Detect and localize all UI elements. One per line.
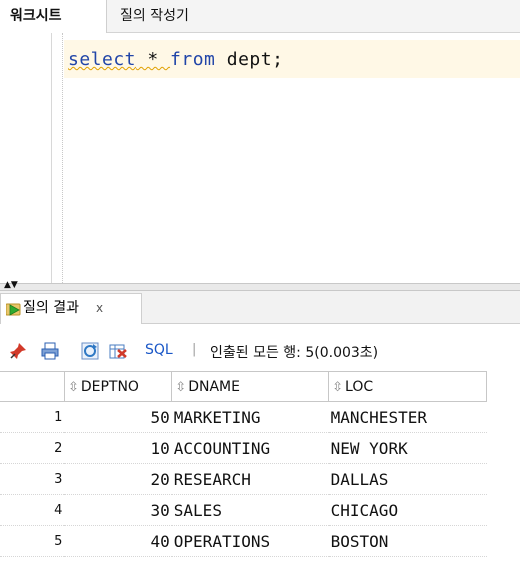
cell-deptno[interactable]: 20 xyxy=(64,463,172,495)
row-number: 2 xyxy=(0,432,65,464)
column-header-loc[interactable]: ⇳ LOC xyxy=(328,371,487,402)
tab-query-result[interactable]: 질의 결과 x xyxy=(0,293,142,324)
cell-deptno[interactable]: 30 xyxy=(64,494,172,526)
table-row[interactable]: 5 40 OPERATIONS BOSTON xyxy=(0,525,487,557)
sort-icon: ⇳ xyxy=(175,379,187,395)
sql-table-name: dept; xyxy=(215,49,284,70)
cell-dname[interactable]: RESEARCH xyxy=(171,463,329,495)
cell-deptno[interactable]: 50 xyxy=(64,401,172,433)
results-tab-strip: 질의 결과 x xyxy=(0,291,520,324)
editor-tab-strip: 워크시트 질의 작성기 xyxy=(0,0,520,33)
sql-keyword-from: from xyxy=(170,49,216,70)
row-number: 1 xyxy=(0,401,65,433)
cell-deptno[interactable]: 40 xyxy=(64,525,172,557)
sort-icon: ⇳ xyxy=(332,379,344,395)
toolbar-separator: | xyxy=(192,342,197,357)
print-icon[interactable] xyxy=(41,342,59,360)
results-toolbar: SQL | 인출된 모든 행: 5(0.003초) xyxy=(0,334,520,368)
refresh-icon[interactable] xyxy=(81,342,99,360)
splitter-arrows-icon[interactable]: ▲▼ xyxy=(4,281,18,290)
export-icon[interactable] xyxy=(109,342,127,360)
fetch-status: 인출된 모든 행: 5(0.003초) xyxy=(210,345,379,361)
row-number: 4 xyxy=(0,494,65,526)
result-tab-label: 질의 결과 xyxy=(23,300,79,316)
pane-splitter[interactable]: ▲▼ xyxy=(0,281,520,291)
cell-dname[interactable]: SALES xyxy=(171,494,329,526)
sort-icon: ⇳ xyxy=(67,379,79,395)
close-icon[interactable]: x xyxy=(96,294,103,323)
results-grid[interactable]: ⇳ DEPTNO ⇳ DNAME ⇳ LOC 1 50 MARKETING MANCH… xyxy=(0,371,487,557)
sql-star: * xyxy=(136,49,171,70)
line-gutter xyxy=(0,33,52,283)
table-row[interactable]: 1 50 MARKETING MANCHESTER xyxy=(0,401,487,433)
tab-worksheet[interactable]: 워크시트 xyxy=(0,0,107,33)
cell-dname[interactable]: OPERATIONS xyxy=(171,525,329,557)
cell-loc[interactable]: CHICAGO xyxy=(328,494,487,526)
column-header-dname[interactable]: ⇳ DNAME xyxy=(171,371,330,402)
sql-statement[interactable]: select * from dept; xyxy=(68,49,283,70)
column-header-deptno[interactable]: ⇳ DEPTNO xyxy=(63,371,173,402)
cell-loc[interactable]: DALLAS xyxy=(328,463,487,495)
tab-query-builder[interactable]: 질의 작성기 xyxy=(110,0,199,33)
table-row[interactable]: 2 10 ACCOUNTING NEW YORK xyxy=(0,432,487,464)
sql-editor[interactable]: select * from dept; xyxy=(0,33,520,283)
cell-deptno[interactable]: 10 xyxy=(64,432,172,464)
cell-dname[interactable]: MARKETING xyxy=(171,401,329,433)
sql-link[interactable]: SQL xyxy=(145,342,173,358)
pin-icon[interactable] xyxy=(9,342,27,360)
sql-keyword-select: select xyxy=(68,49,137,70)
run-query-icon xyxy=(6,303,21,316)
table-row[interactable]: 3 20 RESEARCH DALLAS xyxy=(0,463,487,495)
table-row[interactable]: 4 30 SALES CHICAGO xyxy=(0,494,487,526)
cell-loc[interactable]: BOSTON xyxy=(328,525,487,557)
cell-loc[interactable]: NEW YORK xyxy=(328,432,487,464)
row-number: 3 xyxy=(0,463,65,495)
gutter-guide xyxy=(62,33,63,283)
grid-header-row: ⇳ DEPTNO ⇳ DNAME ⇳ LOC xyxy=(0,371,487,402)
row-number: 5 xyxy=(0,525,65,557)
row-number-header xyxy=(0,371,65,402)
cell-loc[interactable]: MANCHESTER xyxy=(328,401,487,433)
cell-dname[interactable]: ACCOUNTING xyxy=(171,432,329,464)
